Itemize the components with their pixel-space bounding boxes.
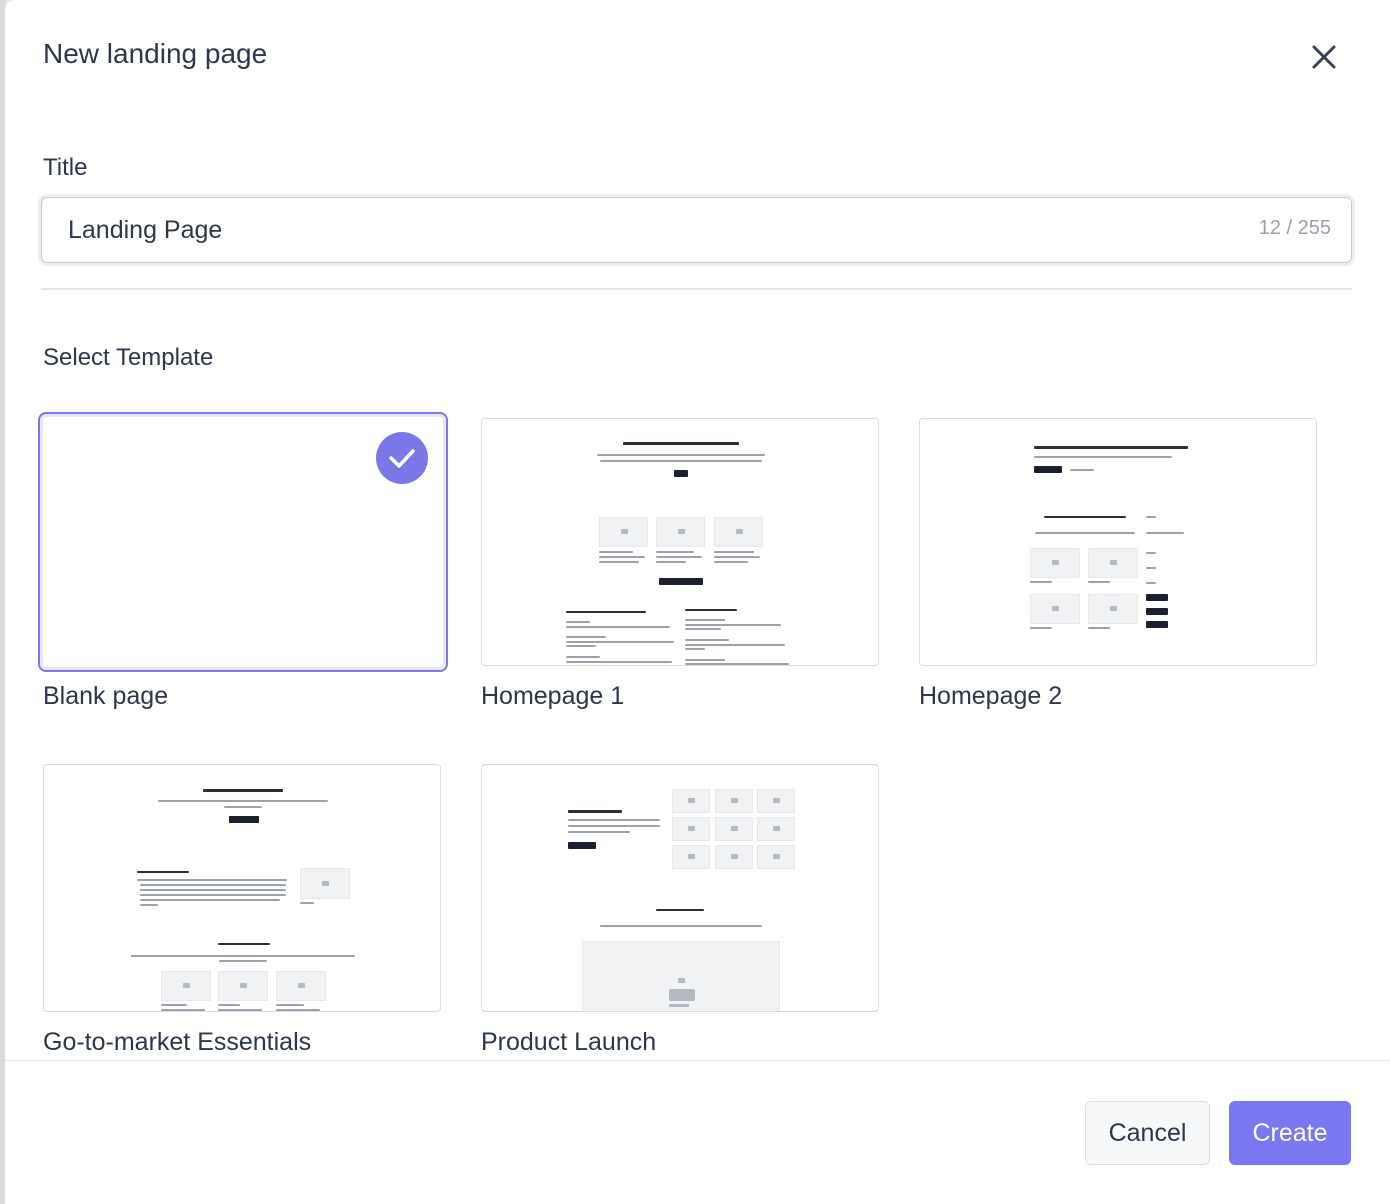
dialog-title: New landing page	[43, 38, 268, 69]
template-preview	[481, 764, 879, 1012]
new-landing-page-dialog: New landing page Title 12 / 255 Select T…	[5, 0, 1390, 1204]
selected-check-badge	[376, 432, 428, 484]
template-name: Go-to-market Essentials	[43, 1028, 312, 1056]
template-preview	[481, 418, 879, 666]
template-preview	[919, 418, 1317, 666]
close-button[interactable]	[1303, 36, 1345, 78]
close-icon	[1312, 45, 1336, 69]
footer-divider	[5, 1060, 1390, 1061]
check-icon	[389, 449, 415, 468]
char-counter: 12 / 255	[1258, 217, 1331, 239]
template-name: Product Launch	[481, 1028, 657, 1056]
template-name: Homepage 1	[481, 682, 625, 710]
template-preview	[38, 412, 448, 672]
title-field[interactable]: 12 / 255	[41, 197, 1352, 263]
template-name: Homepage 2	[919, 682, 1063, 710]
template-name: Blank page	[43, 682, 169, 710]
template-preview	[43, 764, 441, 1012]
title-input[interactable]	[68, 210, 1218, 250]
select-template-label: Select Template	[43, 344, 214, 371]
section-divider	[41, 288, 1352, 290]
title-label: Title	[43, 154, 88, 181]
cancel-button[interactable]: Cancel	[1085, 1101, 1210, 1165]
create-button[interactable]: Create	[1229, 1101, 1351, 1165]
